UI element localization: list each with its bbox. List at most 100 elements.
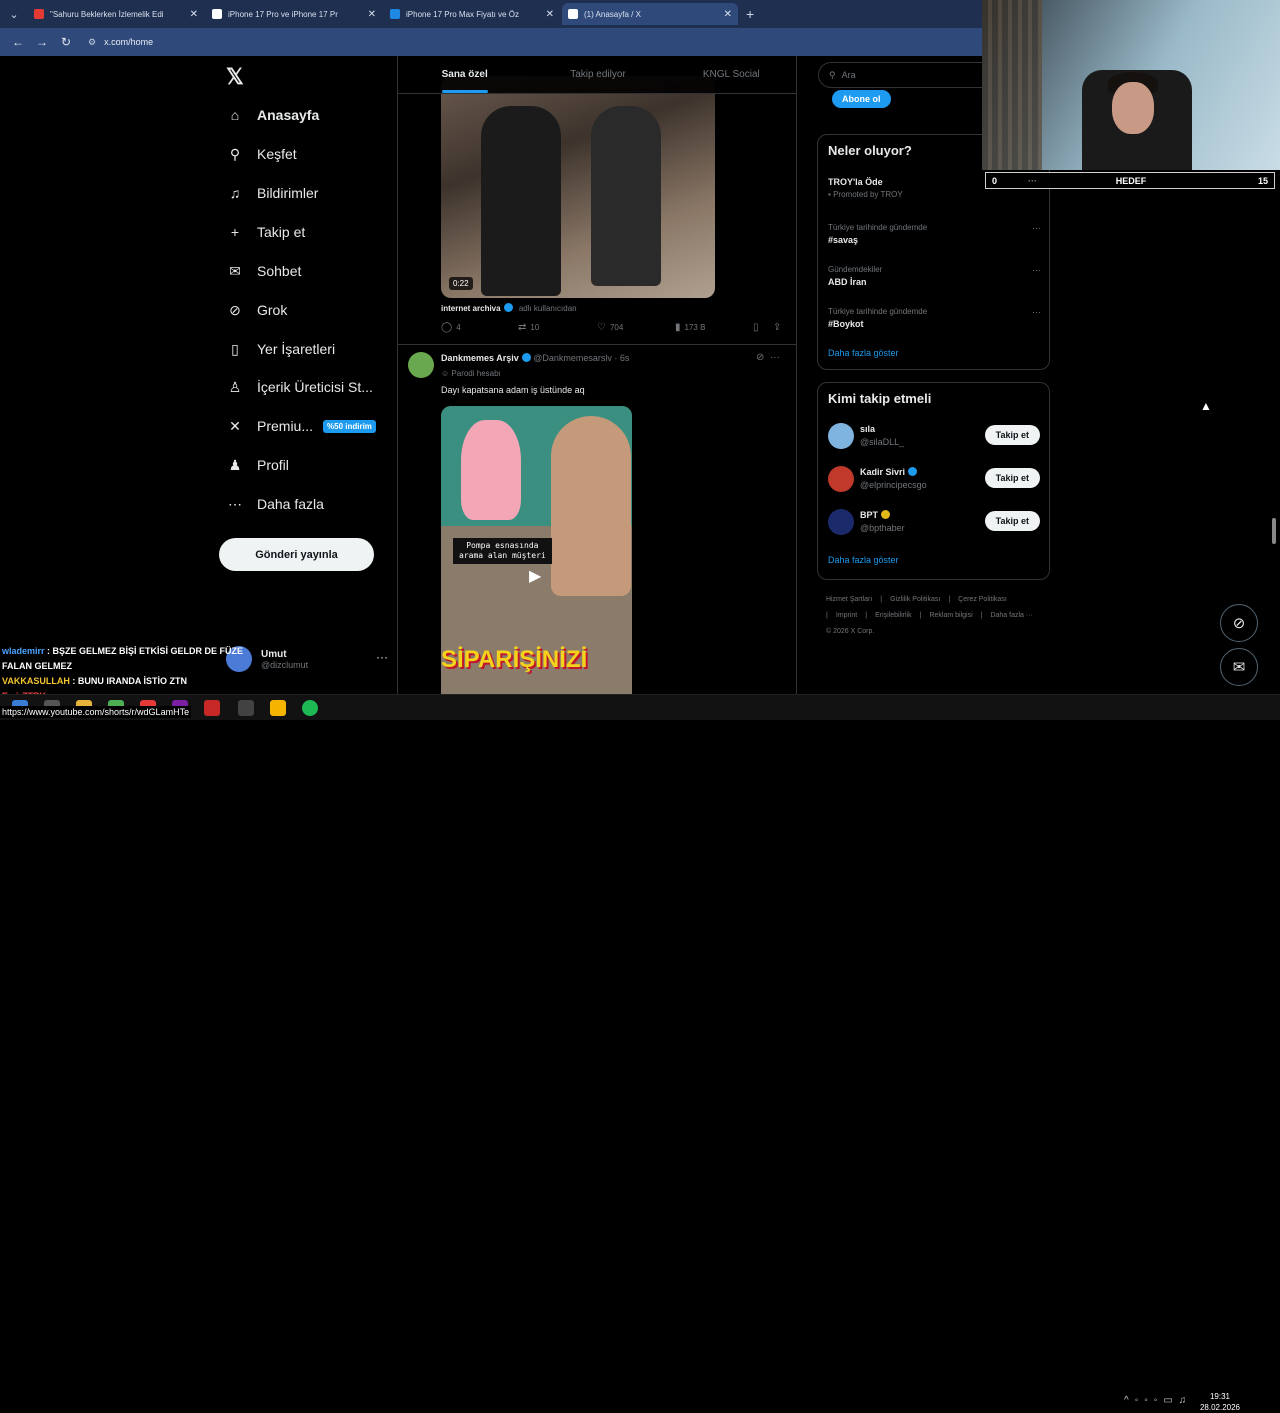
author-name[interactable]: Dankmemes Arşiv	[441, 353, 519, 363]
x-logo-icon[interactable]: 𝕏	[226, 64, 244, 90]
close-icon[interactable]: ✕	[546, 9, 554, 20]
tab-following[interactable]: Takip edilyor	[531, 56, 664, 93]
sidebar-item[interactable]: ⌂ Anasayfa	[226, 106, 320, 124]
divider	[398, 344, 796, 345]
show-more-link[interactable]: Daha fazla göster	[828, 348, 899, 358]
close-icon[interactable]: ✕	[368, 9, 376, 20]
show-more-link[interactable]: Daha fazla göster	[828, 555, 899, 565]
sidebar-item[interactable]: ▯ Yer İşaretleri	[226, 340, 335, 358]
avatar[interactable]	[828, 509, 854, 535]
site-info-icon[interactable]: ⚙	[88, 37, 96, 47]
sidebar-item-label: Takip et	[257, 224, 306, 240]
footer-link[interactable]: Imprint	[836, 612, 857, 619]
browser-tab[interactable]: (1) Anasayfa / X ✕	[562, 3, 738, 25]
footer-link[interactable]: Daha fazla ···	[990, 612, 1032, 619]
grok-icon[interactable]: ⊘	[756, 352, 764, 363]
goal-target: 15	[1257, 175, 1268, 186]
reply-button[interactable]: ◯ 4	[441, 322, 461, 333]
new-tab-button[interactable]: +	[746, 6, 754, 22]
grok-fab[interactable]: ⊘	[1220, 604, 1258, 642]
person-add-icon: +	[230, 224, 240, 240]
post-button[interactable]: Gönderi yayınla	[219, 538, 374, 571]
avatar[interactable]	[828, 423, 854, 449]
spotify-icon[interactable]	[302, 700, 318, 716]
follow-suggestion[interactable]: BPT @bpthaber Takip et	[828, 509, 1040, 539]
bookmark-button[interactable]: ▯	[753, 322, 763, 333]
close-icon[interactable]: ✕	[190, 9, 198, 20]
more-icon[interactable]: ···	[770, 352, 780, 363]
follow-button[interactable]: Takip et	[984, 468, 1040, 488]
system-tray[interactable]: ^◦◦◦▭♫	[1124, 1395, 1192, 1406]
follow-button[interactable]: Takip et	[984, 425, 1040, 445]
suggestion-name[interactable]: BPT	[860, 510, 890, 520]
views-button[interactable]: ▮ 173 B	[675, 322, 705, 333]
browser-tab[interactable]: iPhone 17 Pro Max Fiyatı ve Öz ✕	[384, 3, 560, 25]
sidebar-item[interactable]: + Takip et	[226, 223, 305, 241]
footer-separator: |	[880, 596, 883, 603]
trend-item[interactable]: Türkiye tarihinde gündemde #savaş ···	[828, 223, 1041, 245]
favicon-icon	[390, 9, 400, 19]
repost-button[interactable]: ⇄ 10	[518, 322, 539, 333]
subscribe-button[interactable]: Abone ol	[832, 90, 891, 108]
bookmark-icon: ▯	[231, 340, 239, 357]
back-button[interactable]: ←	[6, 35, 30, 49]
scrollbar[interactable]	[1272, 518, 1276, 544]
play-icon[interactable]: ▶	[529, 566, 541, 586]
avatar[interactable]	[408, 352, 434, 378]
clock[interactable]: 19:31 28.02.2026	[1196, 1391, 1244, 1413]
video-caption: Pompa esnasında arama alan müşteri	[453, 538, 552, 564]
sidebar-item[interactable]: ♟ Profil	[226, 456, 289, 474]
sidebar-item[interactable]: ✕ Premiu... %50 indirim	[226, 417, 376, 435]
url-field[interactable]: ⚙ x.com/home	[88, 37, 153, 48]
footer-link[interactable]: © 2026 X Corp.	[826, 628, 874, 635]
trend-item[interactable]: Gündemdekiler ABD İran ···	[828, 265, 1041, 287]
more-icon[interactable]: ···	[1032, 307, 1041, 317]
suggestion-name[interactable]: sıla	[860, 424, 875, 434]
search-placeholder: Ara	[841, 70, 856, 80]
sidebar-item[interactable]: ⚲ Keşfet	[226, 145, 297, 163]
footer-link[interactable]: Hizmet Şartları	[826, 596, 872, 603]
browser-tab[interactable]: "Sahuru Beklerken İzlemelik Edi ✕	[28, 3, 204, 25]
follow-suggestion[interactable]: sıla @silaDLL_ Takip et	[828, 423, 1040, 453]
footer-link[interactable]: Gizlilik Politikası	[890, 596, 940, 603]
author-handle[interactable]: @Dankmemesarslv	[533, 353, 612, 363]
video-source[interactable]: internet archiva adlı kullanıcıdan	[441, 303, 577, 313]
sidebar-item[interactable]: ⊘ Grok	[226, 301, 287, 319]
sidebar-item[interactable]: ♫ Bildirimler	[226, 184, 319, 202]
close-icon[interactable]: ✕	[724, 9, 732, 20]
tab-kngl-social[interactable]: KNGL Social	[665, 56, 796, 93]
suggestion-name[interactable]: Kadir Sivri	[860, 467, 918, 477]
avatar[interactable]	[828, 466, 854, 492]
tab-search-button[interactable]: ⌄	[0, 0, 28, 28]
x-app-icon[interactable]	[204, 700, 220, 716]
browser-tab[interactable]: iPhone 17 Pro ve iPhone 17 Pr ✕	[206, 3, 382, 25]
sidebar-item[interactable]: ⋯ Daha fazla	[226, 495, 324, 513]
follow-button[interactable]: Takip et	[984, 511, 1040, 531]
trend-item[interactable]: Türkiye tarihinde gündemde #Boykot ···	[828, 307, 1041, 329]
verified-badge-icon	[881, 510, 890, 519]
sidebar-item[interactable]: ✉ Sohbet	[226, 262, 301, 280]
more-icon[interactable]: ···	[376, 650, 388, 664]
post-video[interactable]: Pompa esnasında arama alan müşteri ▶ SİP…	[441, 406, 632, 694]
search-icon: ⚲	[829, 69, 836, 80]
sidebar-item[interactable]: ♙ İçerik Üreticisi St...	[226, 378, 373, 396]
search-input[interactable]: ⚲ Ara	[818, 62, 998, 88]
post-time[interactable]: · 6s	[614, 353, 629, 363]
footer-links: Hizmet Şartları | Gizlilik Politikası | Çere…	[826, 592, 1041, 640]
footer-link[interactable]: Erişilebilirlik	[875, 612, 912, 619]
like-button[interactable]: ♡ 704	[597, 322, 623, 333]
follow-suggestion[interactable]: Kadir Sivri @elprincipecsgo Takip et	[828, 466, 1040, 496]
messages-fab[interactable]: ✉	[1220, 648, 1258, 686]
share-button[interactable]: ⇪	[773, 322, 785, 333]
more-icon[interactable]: ···	[1032, 265, 1041, 275]
more-icon[interactable]: ···	[1032, 223, 1041, 233]
footer-link[interactable]: Çerez Politikası	[958, 596, 1007, 603]
forward-button[interactable]: →	[30, 35, 54, 49]
post-video[interactable]: 0:22	[441, 76, 715, 298]
like-count: 704	[609, 323, 624, 332]
footer-link[interactable]: Reklam bilgisi	[929, 612, 972, 619]
reload-button[interactable]: ↻	[54, 35, 78, 49]
obs-icon[interactable]	[238, 700, 254, 716]
tab-for-you[interactable]: Sana özel	[398, 56, 531, 93]
chrome-icon[interactable]	[270, 700, 286, 716]
